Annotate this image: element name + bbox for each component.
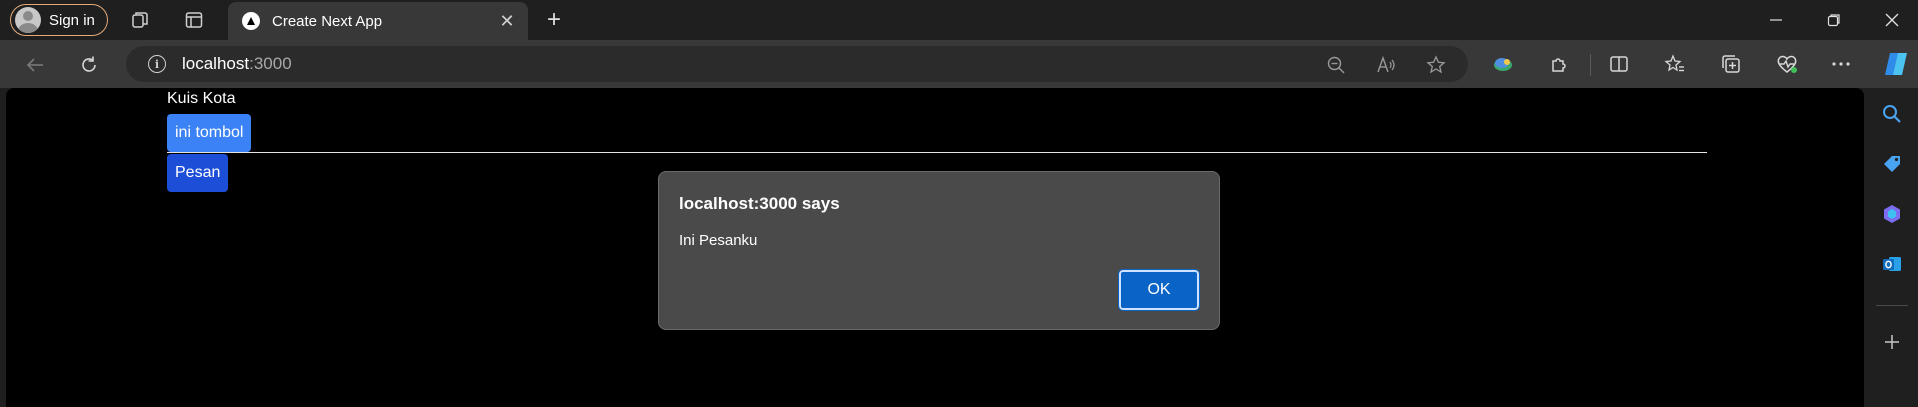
browser-essentials-icon[interactable]	[1490, 51, 1516, 77]
copilot-sidebar-icon[interactable]	[1880, 202, 1904, 226]
dialog-message: Ini Pesanku	[679, 232, 758, 249]
tab-bar: Sign in Create Next App ✕ +	[0, 0, 1918, 40]
address-url: localhost:3000	[182, 54, 292, 74]
shopping-tag-icon[interactable]	[1880, 152, 1904, 176]
tab-title: Create Next App	[272, 12, 383, 30]
zoom-out-icon[interactable]	[1326, 55, 1346, 75]
restore-icon[interactable]	[1812, 8, 1856, 32]
site-info-icon[interactable]: i	[148, 55, 166, 73]
ok-button[interactable]: OK	[1118, 269, 1200, 311]
divider-line	[167, 152, 1707, 153]
back-icon[interactable]	[22, 52, 48, 78]
extensions-icon[interactable]	[1546, 51, 1572, 77]
workspaces-icon[interactable]	[128, 8, 152, 32]
page-title: Kuis Kota	[167, 90, 236, 107]
sign-in-button[interactable]: Sign in	[10, 4, 108, 36]
edge-sidebar	[1866, 88, 1918, 407]
browser-health-icon[interactable]	[1774, 51, 1800, 77]
favorite-star-icon[interactable]	[1426, 55, 1446, 75]
new-tab-icon[interactable]: +	[540, 6, 568, 34]
url-port: :3000	[249, 54, 292, 73]
tab-active[interactable]: Create Next App ✕	[228, 2, 528, 40]
outlook-icon[interactable]	[1880, 252, 1904, 276]
search-icon[interactable]	[1880, 102, 1904, 126]
sidebar-divider	[1876, 305, 1908, 306]
avatar-icon	[15, 7, 41, 33]
alert-dialog: localhost:3000 says Ini Pesanku OK	[658, 171, 1220, 330]
close-window-icon[interactable]	[1870, 8, 1914, 32]
url-host: localhost	[182, 54, 250, 73]
sign-in-label: Sign in	[49, 11, 95, 29]
dialog-title: localhost:3000 says	[679, 194, 840, 213]
read-aloud-icon[interactable]	[1376, 55, 1396, 75]
toolbar-divider	[1590, 54, 1591, 76]
pesan-button[interactable]: Pesan	[167, 154, 229, 192]
vertical-tabs-icon[interactable]	[182, 8, 206, 32]
ini-tombol-button[interactable]: ini tombol	[167, 114, 252, 152]
page-viewport: Kuis Kota ini tombol Pesan localhost:300…	[6, 88, 1864, 407]
favorites-icon[interactable]	[1662, 51, 1688, 77]
add-sidebar-app-icon[interactable]	[1880, 330, 1904, 354]
split-screen-icon[interactable]	[1606, 51, 1632, 77]
refresh-icon[interactable]	[76, 52, 102, 78]
copilot-icon[interactable]	[1880, 48, 1912, 80]
nextjs-favicon-icon	[242, 12, 260, 30]
collections-icon[interactable]	[1718, 51, 1744, 77]
more-options-icon[interactable]	[1828, 51, 1854, 77]
browser-window: Sign in Create Next App ✕ + i localhost:…	[0, 0, 1918, 407]
minimize-icon[interactable]	[1754, 8, 1798, 32]
address-bar[interactable]: i localhost:3000	[126, 46, 1468, 82]
address-toolbar: i localhost:3000	[0, 40, 1918, 88]
tab-close-icon[interactable]: ✕	[496, 11, 518, 32]
